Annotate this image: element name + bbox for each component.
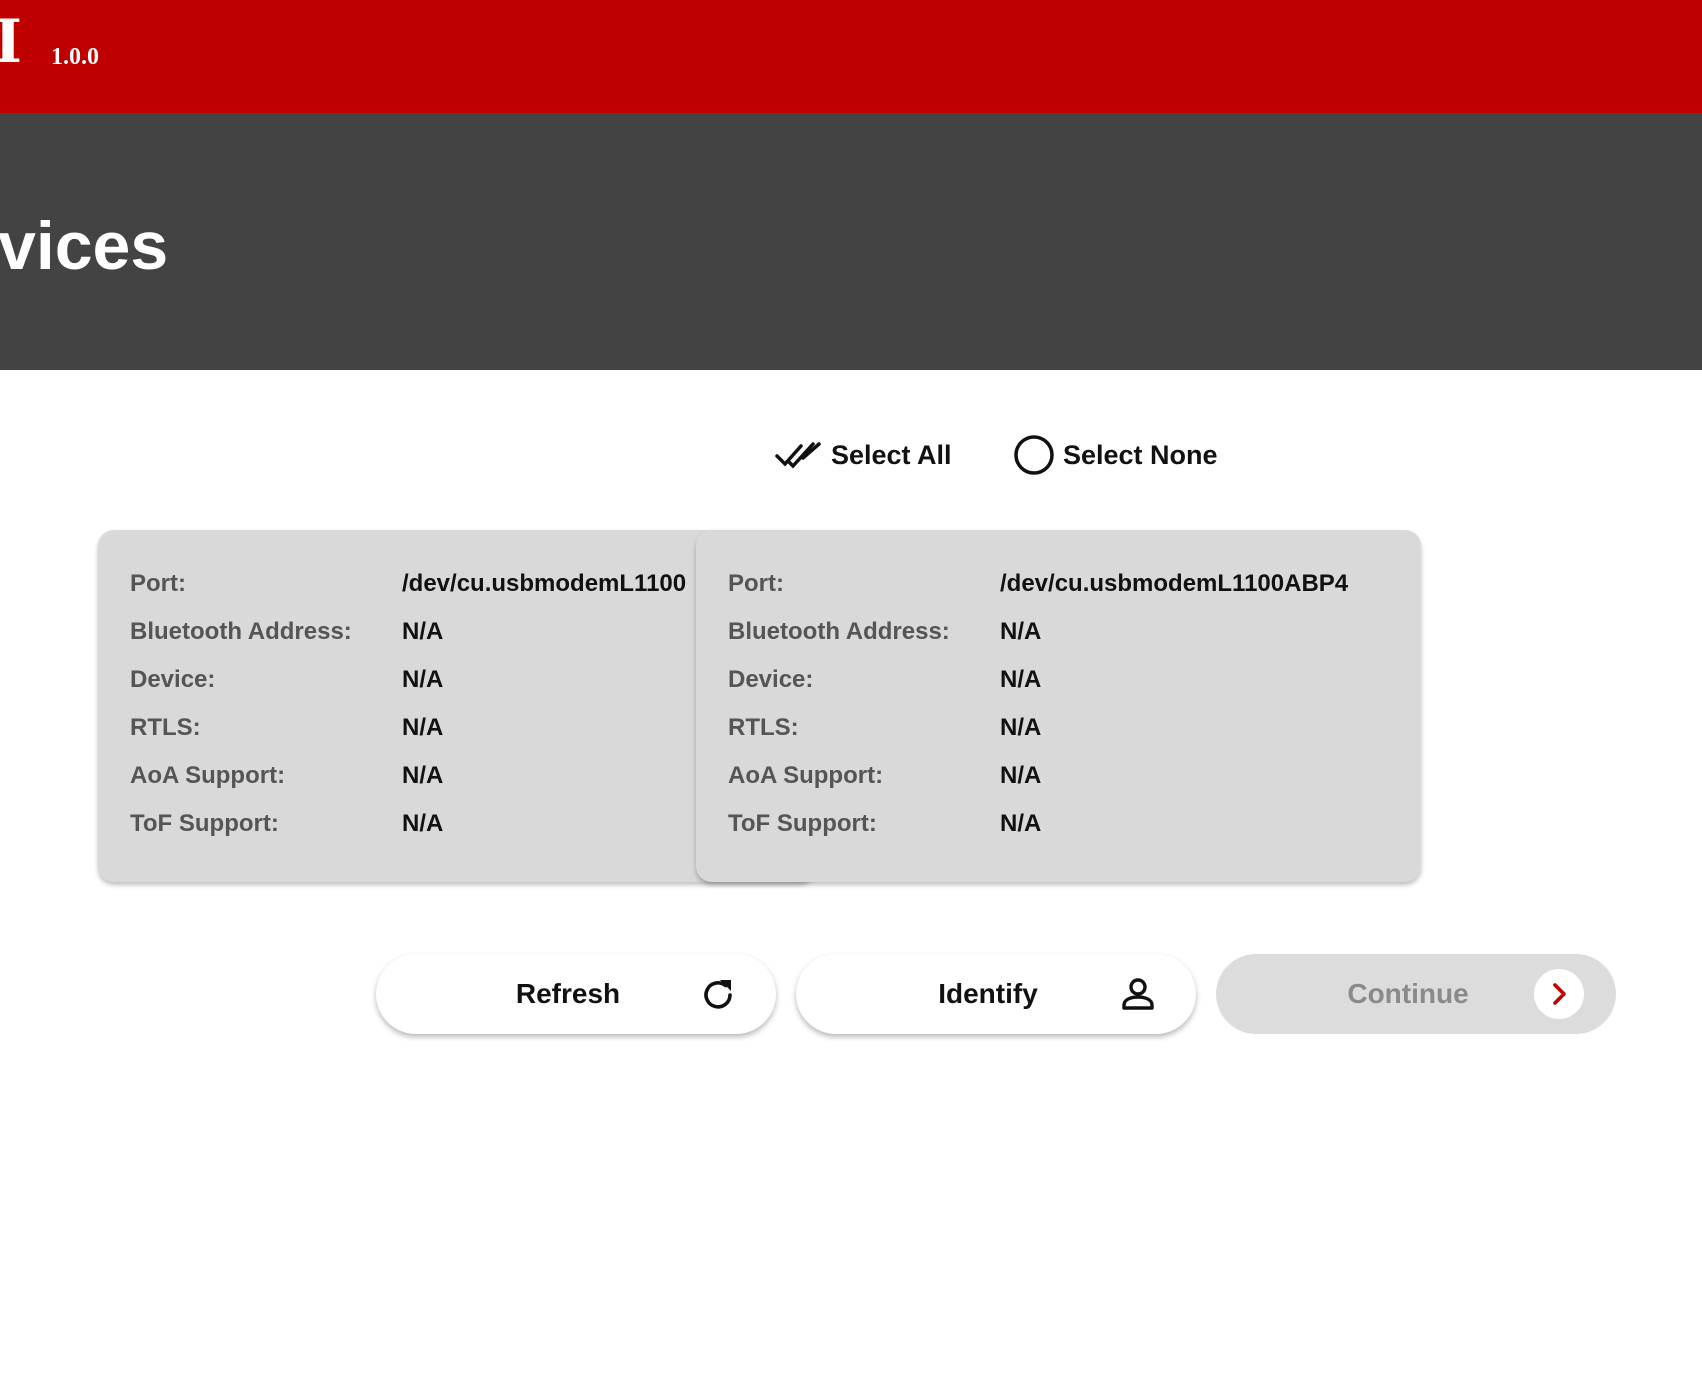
select-all-label: Select All	[831, 439, 952, 470]
field-value: /dev/cu.usbmodemL1100	[402, 570, 687, 597]
device-field-device: Device: N/A	[728, 660, 1041, 700]
app-top-bar: I 1.0.0	[0, 0, 1702, 113]
field-label: ToF Support:	[728, 810, 877, 837]
field-label: RTLS:	[130, 714, 201, 741]
refresh-button[interactable]: Refresh	[376, 954, 776, 1034]
field-value: N/A	[1000, 666, 1042, 693]
field-label: AoA Support:	[130, 762, 286, 789]
double-check-icon	[775, 438, 823, 472]
device-field-rtls: RTLS: N/A	[728, 708, 1041, 748]
field-value: N/A	[1000, 618, 1042, 645]
device-field-port: Port: /dev/cu.usbmodemL1100ABP4	[728, 564, 1348, 604]
field-label: Device:	[728, 666, 814, 693]
field-label: Device:	[130, 666, 216, 693]
device-field-bluetooth-address: Bluetooth Address: N/A	[130, 612, 443, 652]
select-all-button[interactable]: Select All	[775, 430, 952, 480]
device-field-bluetooth-address: Bluetooth Address: N/A	[728, 612, 1041, 652]
field-value: N/A	[1000, 810, 1042, 837]
field-label: Port:	[728, 570, 784, 597]
device-field-device: Device: N/A	[130, 660, 443, 700]
field-value: N/A	[402, 666, 444, 693]
device-field-tof-support: ToF Support: N/A	[130, 804, 443, 844]
field-value: N/A	[1000, 714, 1042, 741]
app-version: 1.0.0	[51, 44, 99, 70]
field-label: Bluetooth Address:	[130, 618, 352, 645]
field-value: /dev/cu.usbmodemL1100ABP4	[1000, 570, 1349, 597]
device-field-rtls: RTLS: N/A	[130, 708, 443, 748]
field-value: N/A	[402, 714, 444, 741]
field-label: RTLS:	[728, 714, 799, 741]
person-icon	[1118, 974, 1158, 1014]
device-field-port: Port: /dev/cu.usbmodemL1100	[130, 564, 686, 604]
device-field-aoa-support: AoA Support: N/A	[728, 756, 1041, 796]
field-label: AoA Support:	[728, 762, 884, 789]
page-header: vices	[0, 113, 1702, 370]
field-label: ToF Support:	[130, 810, 279, 837]
field-value: N/A	[1000, 762, 1042, 789]
device-field-tof-support: ToF Support: N/A	[728, 804, 1041, 844]
field-value: N/A	[402, 762, 444, 789]
select-none-button[interactable]: Select None	[1013, 430, 1218, 480]
field-value: N/A	[402, 618, 444, 645]
field-value: N/A	[402, 810, 444, 837]
empty-circle-icon	[1013, 434, 1055, 476]
chevron-right-icon	[1534, 969, 1584, 1019]
continue-button[interactable]: Continue	[1216, 954, 1616, 1034]
select-none-label: Select None	[1063, 439, 1218, 470]
page-title: vices	[0, 208, 169, 284]
device-card[interactable]: Port: /dev/cu.usbmodemL1100ABP4 Bluetoot…	[696, 530, 1421, 882]
refresh-icon	[698, 974, 738, 1014]
field-label: Bluetooth Address:	[728, 618, 950, 645]
device-field-aoa-support: AoA Support: N/A	[130, 756, 443, 796]
app-logo: I	[0, 7, 23, 77]
identify-button[interactable]: Identify	[796, 954, 1196, 1034]
field-label: Port:	[130, 570, 186, 597]
